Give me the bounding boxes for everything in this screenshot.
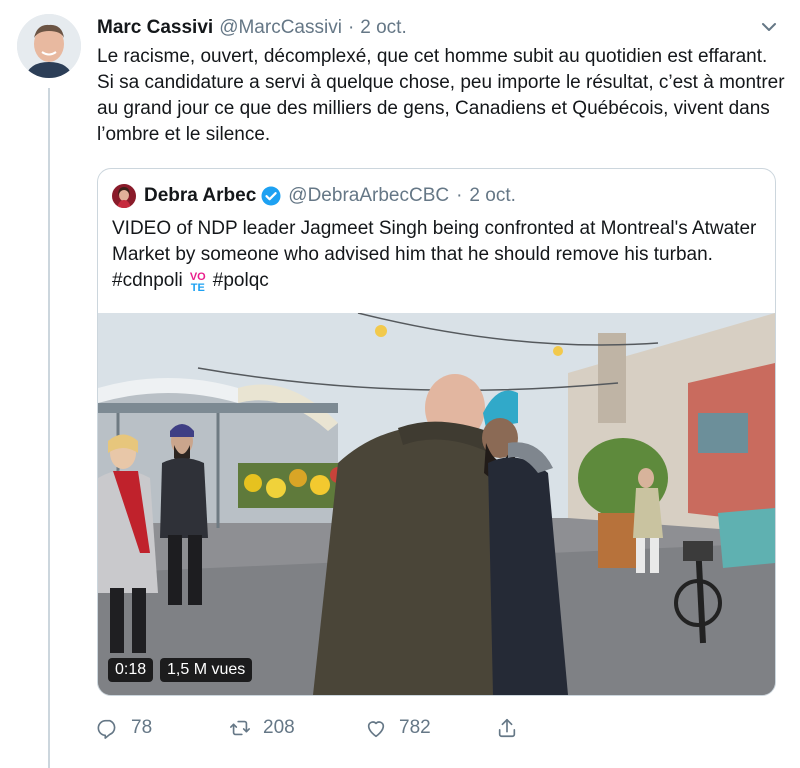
like-button[interactable]: 782 <box>365 717 496 739</box>
hashtag-polqc[interactable]: #polqc <box>213 270 269 291</box>
retweet-count: 208 <box>263 717 295 738</box>
share-button[interactable] <box>496 717 530 739</box>
heart-icon <box>367 721 385 738</box>
vote-emoji-icon: VO TE <box>187 272 209 296</box>
quoted-date[interactable]: 2 oct. <box>469 185 515 207</box>
chevron-down-icon[interactable] <box>760 18 778 36</box>
author-avatar[interactable] <box>17 14 81 78</box>
video-time-badge: 0:18 <box>108 658 154 682</box>
reply-button[interactable]: 78 <box>97 717 229 739</box>
quoted-handle[interactable]: @DebraArbecCBC <box>288 185 449 207</box>
thread-line <box>48 88 50 768</box>
video-player[interactable] <box>98 313 775 695</box>
tweet-actions: 78 208 782 <box>97 712 530 744</box>
separator-dot: · <box>456 185 463 206</box>
tweet-header: Marc Cassivi @MarcCassivi · 2 oct. <box>97 15 780 41</box>
tweet-text: Le racisme, ouvert, décomplexé, que cet … <box>97 46 785 145</box>
vote-emoji-bottom: TE <box>190 282 205 294</box>
separator-dot: · <box>347 17 355 38</box>
quoted-text-main: VIDEO of NDP leader Jagmeet Singh being … <box>112 218 757 265</box>
quoted-author-name[interactable]: Debra Arbec <box>144 185 256 207</box>
verified-badge-icon <box>261 186 281 206</box>
retweet-button[interactable]: 208 <box>229 717 365 739</box>
like-count: 782 <box>399 717 431 738</box>
reply-icon <box>97 719 116 739</box>
video-frame <box>98 313 775 695</box>
author-handle[interactable]: @MarcCassivi <box>219 17 342 39</box>
video-views-badge: 1,5 M vues <box>160 658 253 682</box>
reply-count: 78 <box>131 717 153 738</box>
share-icon <box>498 718 516 738</box>
hashtag-cdnpoli[interactable]: #cdnpoli <box>112 270 183 291</box>
quoted-header: Debra Arbec @DebraArbecCBC · 2 oct. <box>112 182 516 210</box>
quoted-avatar[interactable] <box>112 184 136 208</box>
author-name[interactable]: Marc Cassivi <box>97 17 213 39</box>
quoted-tweet[interactable]: Debra Arbec @DebraArbecCBC · 2 oct. VIDE… <box>97 168 776 696</box>
retweet-icon <box>230 720 250 736</box>
quoted-text: VIDEO of NDP leader Jagmeet Singh being … <box>112 216 762 296</box>
tweet-date[interactable]: 2 oct. <box>360 17 406 39</box>
